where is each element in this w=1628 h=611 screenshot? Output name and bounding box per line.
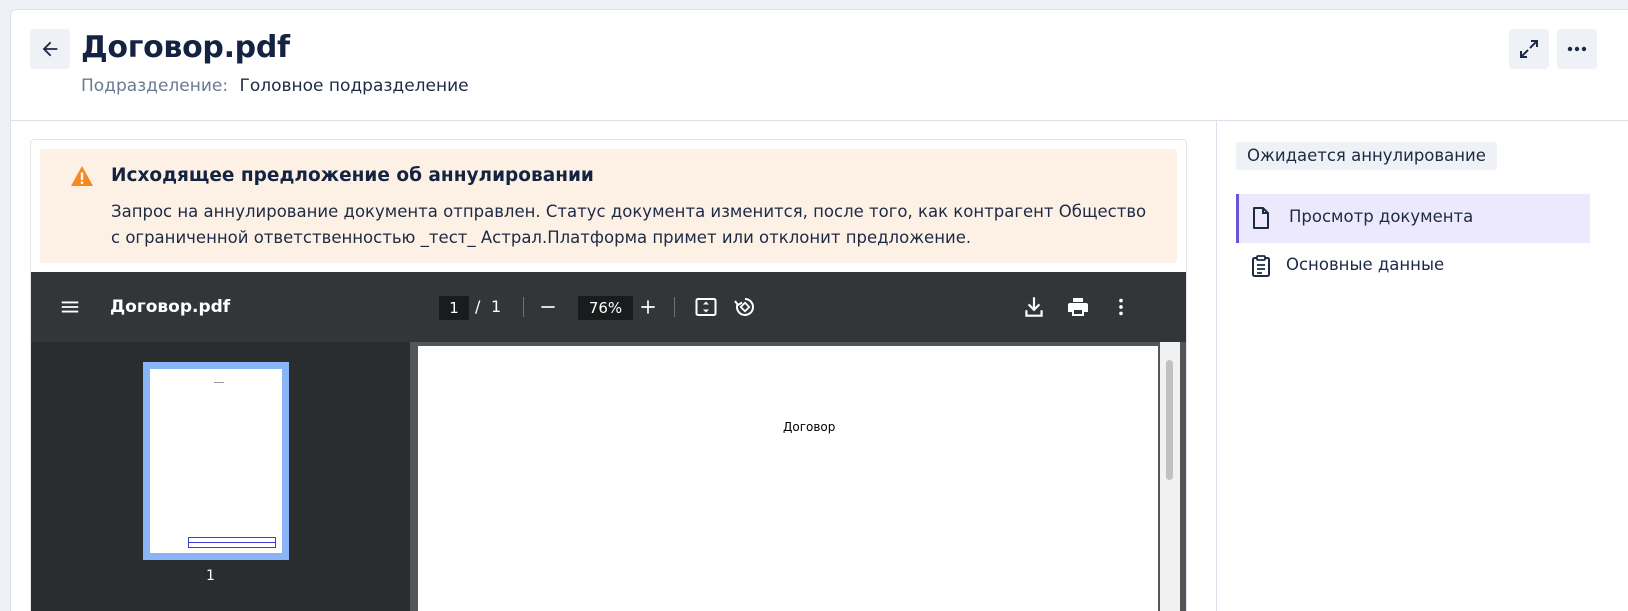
thumbnail-heading-line bbox=[214, 382, 224, 383]
clipboard-icon bbox=[1252, 255, 1270, 277]
toolbar-divider bbox=[523, 297, 524, 317]
pdf-page: Договор bbox=[418, 346, 1158, 611]
fit-page-button[interactable] bbox=[693, 294, 719, 320]
back-button[interactable] bbox=[30, 29, 70, 69]
zoom-level-input[interactable]: 76% bbox=[578, 296, 633, 320]
sidebar-item-label: Основные данные bbox=[1286, 255, 1445, 274]
alert-title: Исходящее предложение об аннулировании bbox=[111, 165, 594, 186]
page-separator: / bbox=[475, 297, 481, 316]
page-total: 1 bbox=[491, 297, 502, 316]
viewer-scrollbar[interactable] bbox=[1160, 342, 1180, 611]
thumbnail-signature-stamp bbox=[188, 537, 276, 548]
thumbnail-pane: 1 bbox=[31, 342, 410, 611]
subdivision-label: Подразделение: bbox=[81, 76, 229, 96]
zoom-in-button[interactable] bbox=[635, 294, 661, 320]
alert-text: Запрос на аннулирование документа отправ… bbox=[111, 202, 1147, 247]
print-icon bbox=[1068, 298, 1088, 316]
toolbar-divider bbox=[674, 297, 675, 317]
arrow-left-icon bbox=[42, 41, 58, 57]
subdivision-value: Головное подразделение bbox=[239, 76, 469, 96]
fullscreen-button[interactable] bbox=[1509, 29, 1549, 69]
pdf-toolbar: Договор.pdf 1 / 1 76% bbox=[31, 272, 1186, 342]
print-button[interactable] bbox=[1065, 294, 1091, 320]
more-actions-button[interactable] bbox=[1557, 29, 1597, 69]
rotate-button[interactable] bbox=[732, 294, 758, 320]
sidebar-item-label: Просмотр документа bbox=[1289, 207, 1474, 226]
thumbnail-page bbox=[150, 369, 282, 553]
document-icon bbox=[1253, 207, 1269, 229]
expand-icon bbox=[1520, 40, 1538, 58]
warning-icon bbox=[71, 166, 93, 186]
viewer-more-button[interactable] bbox=[1108, 294, 1134, 320]
annulment-alert: Исходящее предложение об аннулировании З… bbox=[40, 149, 1177, 263]
download-icon bbox=[1025, 297, 1043, 317]
document-card-window: Договор.pdf Подразделение: Головное подр… bbox=[10, 9, 1628, 611]
page-title: Договор.pdf bbox=[81, 30, 290, 65]
page-thumbnail[interactable] bbox=[143, 362, 289, 560]
minus-icon bbox=[541, 306, 555, 308]
more-horizontal-icon bbox=[1567, 46, 1587, 52]
page-number-input[interactable]: 1 bbox=[439, 296, 469, 320]
rotate-icon bbox=[734, 298, 754, 316]
pdf-file-name: Договор.pdf bbox=[110, 297, 231, 317]
fit-to-page-icon bbox=[695, 298, 717, 316]
document-content: Исходящее предложение об аннулировании З… bbox=[11, 121, 1216, 611]
plus-icon bbox=[641, 300, 655, 314]
more-vertical-icon bbox=[1119, 298, 1123, 316]
scrollbar-thumb[interactable] bbox=[1166, 360, 1173, 480]
pdf-viewer: Договор.pdf 1 / 1 76% 1 Договор bbox=[31, 272, 1186, 611]
sidebar-item-main-data[interactable]: Основные данные bbox=[1236, 242, 1590, 291]
zoom-out-button[interactable] bbox=[535, 294, 561, 320]
pdf-page-heading: Договор bbox=[783, 420, 836, 434]
right-sidebar: Ожидается аннулирование Просмотр докумен… bbox=[1216, 121, 1628, 611]
document-preview-card: Исходящее предложение об аннулировании З… bbox=[30, 139, 1187, 611]
page-header: Договор.pdf Подразделение: Головное подр… bbox=[11, 10, 1628, 121]
menu-icon[interactable] bbox=[59, 296, 81, 318]
subdivision-line: Подразделение: Головное подразделение bbox=[81, 76, 469, 96]
status-badge: Ожидается аннулирование bbox=[1236, 142, 1497, 170]
download-button[interactable] bbox=[1021, 294, 1047, 320]
sidebar-item-document-view[interactable]: Просмотр документа bbox=[1236, 194, 1590, 243]
thumbnail-page-number: 1 bbox=[206, 568, 215, 584]
